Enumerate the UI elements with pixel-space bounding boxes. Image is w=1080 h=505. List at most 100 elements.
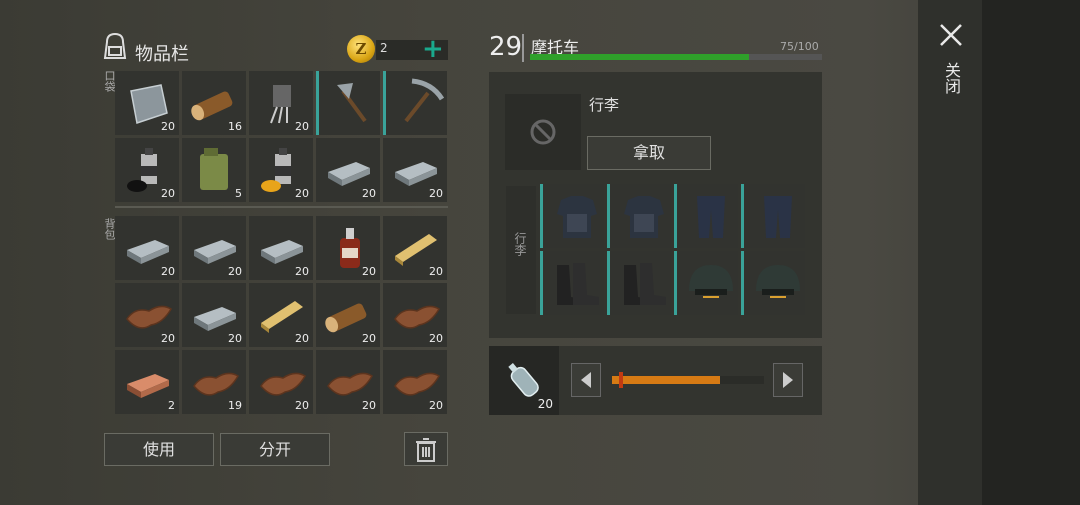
pocket-slot[interactable]: 5 xyxy=(182,138,246,202)
fuel-slider-fill xyxy=(612,376,720,384)
coin-count: 2 xyxy=(380,41,388,55)
pocket-slot[interactable]: 16 xyxy=(182,71,246,135)
copper-ingot-icon xyxy=(127,374,169,398)
hatchet-icon xyxy=(337,83,367,123)
backpack-slot[interactable]: 20 xyxy=(249,216,313,280)
item-qty: 20 xyxy=(228,265,242,278)
armor-pants-icon xyxy=(697,196,725,238)
fuel-item-slot[interactable]: 20 xyxy=(489,346,559,415)
split-button[interactable]: 分开 xyxy=(220,433,330,466)
item-qty: 20 xyxy=(295,187,309,200)
durability-bar-fill xyxy=(530,54,749,60)
equipment-slot[interactable] xyxy=(540,251,604,315)
backpack-slot[interactable]: 19 xyxy=(182,350,246,414)
item-qty: 20 xyxy=(362,332,376,345)
item-qty: 19 xyxy=(228,399,242,412)
arrow-left-icon xyxy=(581,372,591,388)
backpack-slot[interactable]: 20 xyxy=(115,216,179,280)
pocket-slot[interactable] xyxy=(383,71,447,135)
equipment-slot[interactable] xyxy=(607,184,671,248)
vehicle-durability: 75/100 xyxy=(780,40,819,53)
helmet-icon xyxy=(689,265,733,298)
arrow-right-icon xyxy=(783,372,793,388)
pocket-slot[interactable]: 20 xyxy=(115,138,179,202)
pickaxe-icon xyxy=(404,78,444,123)
backpack-slot[interactable]: 20 xyxy=(249,350,313,414)
equipment-grid xyxy=(540,184,805,315)
equipment-slot[interactable] xyxy=(607,251,671,315)
item-qty: 20 xyxy=(161,187,175,200)
item-qty: 20 xyxy=(228,332,242,345)
pocket-slot[interactable]: 20 xyxy=(249,138,313,202)
item-qty: 20 xyxy=(429,399,443,412)
backpack-slot[interactable]: 20 xyxy=(383,216,447,280)
armor-vest-icon xyxy=(557,196,597,238)
item-qty: 20 xyxy=(295,265,309,278)
jerrycan-icon xyxy=(200,148,228,190)
vehicle-level: 29 xyxy=(489,32,523,62)
equipment-slot[interactable] xyxy=(741,251,805,315)
trash-button[interactable] xyxy=(404,432,448,466)
item-qty: 20 xyxy=(429,187,443,200)
pocket-slot[interactable] xyxy=(316,71,380,135)
inventory-title: 物品栏 xyxy=(135,44,189,65)
item-qty: 2 xyxy=(168,399,175,412)
section-divider xyxy=(115,206,448,208)
pocket-slot[interactable]: 20 xyxy=(316,138,380,202)
item-qty: 20 xyxy=(429,265,443,278)
pocket-slot[interactable]: 20 xyxy=(249,71,313,135)
item-qty: 16 xyxy=(228,120,242,133)
backpack-slot[interactable]: 20 xyxy=(115,283,179,347)
pocket-slot[interactable]: 20 xyxy=(115,71,179,135)
fuel-decrease-button[interactable] xyxy=(571,363,601,397)
use-button[interactable]: 使用 xyxy=(104,433,214,466)
item-qty: 20 xyxy=(295,120,309,133)
equipment-slot[interactable] xyxy=(741,184,805,248)
item-qty: 20 xyxy=(295,332,309,345)
item-qty: 20 xyxy=(161,120,175,133)
no-entry-icon xyxy=(530,119,556,145)
add-coins-button[interactable]: + xyxy=(422,34,444,64)
equipment-slot[interactable] xyxy=(674,184,738,248)
pocket-label: 口袋 xyxy=(103,70,116,92)
fuel-slider-handle[interactable] xyxy=(619,372,623,388)
helmet-icon xyxy=(756,265,800,298)
pocket-slot[interactable]: 20 xyxy=(383,138,447,202)
close-icon xyxy=(940,24,962,46)
backpack-icon xyxy=(100,30,130,66)
coin-icon: Z xyxy=(347,35,375,63)
backpack-slot[interactable]: 20 xyxy=(316,216,380,280)
item-qty: 20 xyxy=(295,399,309,412)
trash-icon xyxy=(416,438,436,462)
backpack-slot[interactable]: 20 xyxy=(383,350,447,414)
trunk-empty-slot[interactable] xyxy=(505,94,581,170)
trunk-label: 行李 xyxy=(589,96,620,114)
fuel-increase-button[interactable] xyxy=(773,363,803,397)
take-button[interactable]: 拿取 xyxy=(587,136,711,170)
equipment-label: 行李 xyxy=(513,232,527,256)
boots-icon xyxy=(557,263,599,305)
equipment-slot[interactable] xyxy=(540,184,604,248)
side-panel-edge xyxy=(982,0,1080,505)
close-label[interactable]: 关闭 xyxy=(942,62,961,94)
armor-vest-icon xyxy=(624,196,664,238)
header-divider xyxy=(522,34,524,62)
pocket-grid: 20 16 20 20 5 20 20 20 xyxy=(115,71,447,202)
item-qty: 20 xyxy=(161,332,175,345)
item-qty: 20 xyxy=(362,399,376,412)
backpack-slot[interactable]: 2 xyxy=(115,350,179,414)
backpack-slot[interactable]: 20 xyxy=(316,283,380,347)
backpack-label: 背包 xyxy=(103,218,116,240)
close-button[interactable] xyxy=(936,20,966,50)
equipment-slot[interactable] xyxy=(674,251,738,315)
item-qty: 20 xyxy=(362,187,376,200)
item-qty: 20 xyxy=(429,332,443,345)
backpack-grid: 20 20 20 20 20 20 20 20 20 20 2 19 20 20 20 xyxy=(115,216,447,414)
backpack-slot[interactable]: 20 xyxy=(316,350,380,414)
backpack-slot[interactable]: 20 xyxy=(182,216,246,280)
backpack-slot[interactable]: 20 xyxy=(249,283,313,347)
item-qty: 20 xyxy=(161,265,175,278)
item-qty: 20 xyxy=(362,265,376,278)
backpack-slot[interactable]: 20 xyxy=(182,283,246,347)
backpack-slot[interactable]: 20 xyxy=(383,283,447,347)
